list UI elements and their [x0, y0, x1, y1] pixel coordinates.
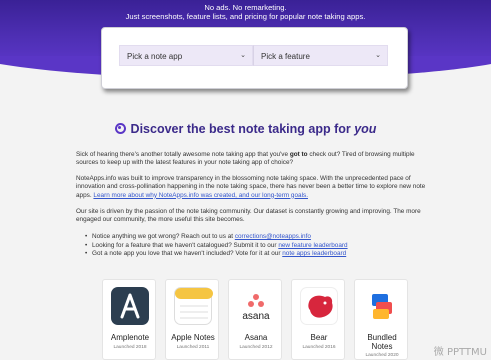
asana-icon: asana: [237, 287, 275, 325]
app-name: Bundled Notes: [367, 333, 397, 351]
svg-text:asana: asana: [242, 311, 270, 322]
page-title-row: Discover the best note taking app for yo…: [0, 121, 491, 137]
chevron-down-icon: ⌄: [375, 52, 381, 59]
app-launched: Launched 2018: [113, 345, 147, 350]
learn-more-link[interactable]: Learn more about why NoteApps.info was c…: [93, 192, 308, 199]
note-app-select[interactable]: Pick a note app ⌄: [119, 45, 253, 66]
list-item: Notice anything we got wrong? Reach out …: [85, 233, 348, 242]
corrections-email-link[interactable]: corrections@noteapps.info: [235, 233, 311, 240]
app-card-bear[interactable]: Bear Launched 2016: [291, 279, 345, 360]
app-name: Amplenote: [110, 333, 150, 342]
app-card-asana[interactable]: asana Asana Launched 2012: [228, 279, 282, 360]
amplenote-icon: [111, 287, 149, 325]
filter-card: Pick a note app ⌄ Pick a feature ⌄: [101, 27, 408, 89]
app-launched: Launched 2011: [176, 345, 210, 350]
intro-paragraph-2: NoteApps.info was built to improve trans…: [76, 175, 426, 199]
list-item: Got a note app you love that we haven't …: [85, 250, 348, 259]
watermark: 微 PPTTMU: [433, 347, 487, 358]
bundled-notes-icon: [363, 287, 401, 325]
app-launched: Launched 2020: [365, 353, 399, 358]
chevron-down-icon: ⌄: [240, 52, 246, 59]
apps-leaderboard-link[interactable]: note apps leaderboard: [282, 250, 346, 257]
app-name: Apple Notes: [171, 333, 215, 342]
page-title: Discover the best note taking app for yo…: [130, 121, 377, 136]
note-app-select-label: Pick a note app: [127, 52, 183, 61]
intro-paragraph-1: Sick of hearing there's another totally …: [76, 151, 415, 167]
app-card-amplenote[interactable]: Amplenote Launched 2018: [102, 279, 156, 360]
intro-paragraph-3: Our site is driven by the passion of the…: [76, 208, 421, 224]
app-card-apple-notes[interactable]: Apple Notes Launched 2011: [165, 279, 219, 360]
app-launched: Launched 2012: [239, 345, 273, 350]
community-bullets: Notice anything we got wrong? Reach out …: [85, 233, 348, 259]
noteapps-logo-icon: [114, 123, 126, 134]
feature-select[interactable]: Pick a feature ⌄: [253, 45, 388, 66]
hero-tagline-1: No ads. No remarketing.: [204, 3, 287, 12]
app-name: Bear: [310, 333, 328, 342]
bear-icon: [300, 287, 338, 325]
app-name: Asana: [244, 333, 268, 342]
hero-tagline-2: Just screenshots, feature lists, and pri…: [125, 12, 366, 21]
app-card-bundled-notes[interactable]: Bundled Notes Launched 2020: [354, 279, 408, 360]
feature-leaderboard-link[interactable]: new feature leaderboard: [278, 242, 347, 249]
feature-select-label: Pick a feature: [261, 52, 310, 61]
apple-notes-icon: [174, 287, 213, 325]
app-launched: Launched 2016: [302, 345, 336, 350]
list-item: Looking for a feature that we haven't ca…: [85, 242, 348, 251]
